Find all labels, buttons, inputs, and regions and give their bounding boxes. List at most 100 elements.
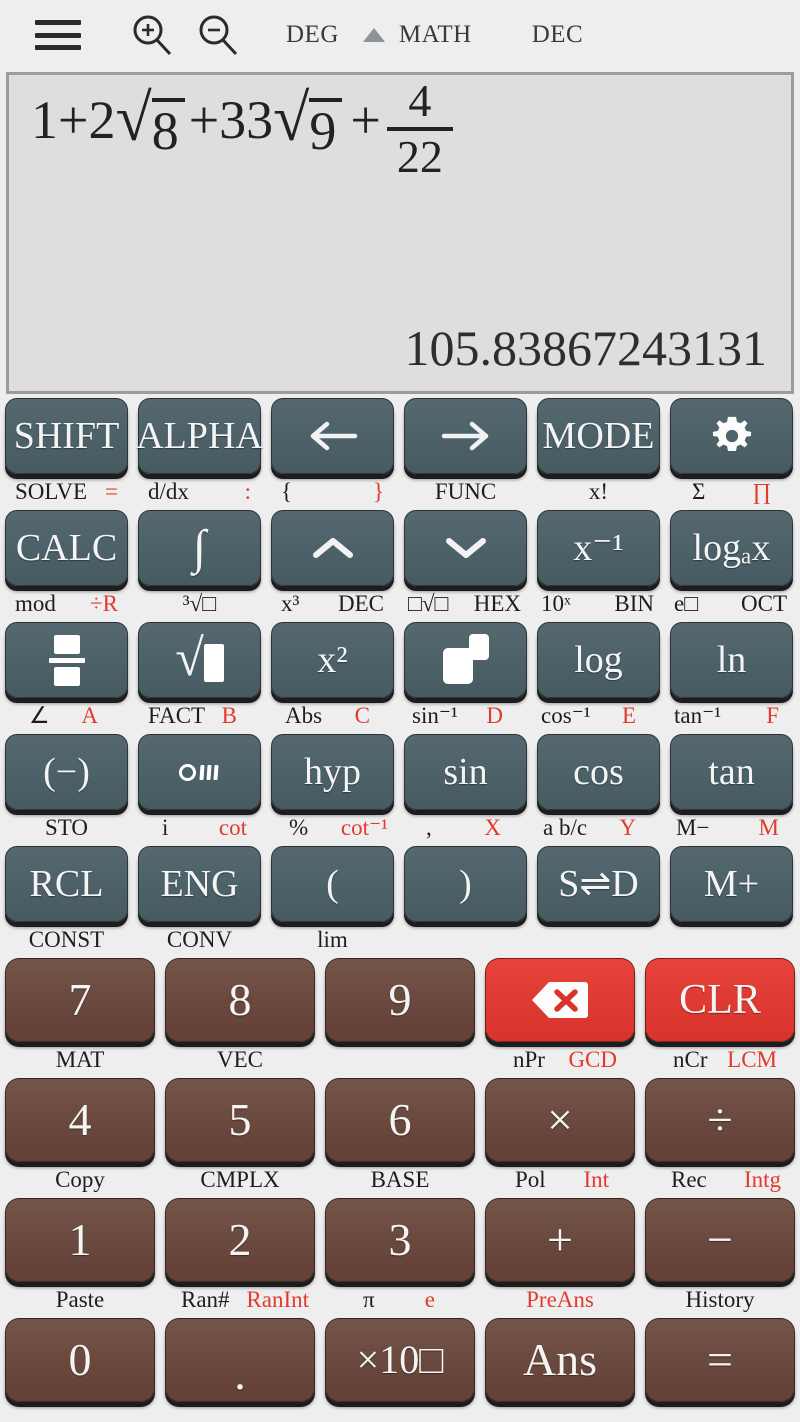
key-multiply[interactable]: ×: [485, 1078, 635, 1162]
key-9[interactable]: 9: [325, 958, 475, 1042]
key-0[interactable]: 0: [5, 1318, 155, 1402]
key-arrow-left[interactable]: [271, 398, 394, 474]
key-3[interactable]: 3: [325, 1198, 475, 1282]
key-decimal-point[interactable]: .: [165, 1318, 315, 1402]
key-exponent[interactable]: ×10□: [325, 1318, 475, 1402]
key-alpha[interactable]: ALPHA: [136, 398, 263, 474]
key-tan[interactable]: tan: [670, 734, 793, 810]
key-negative[interactable]: (−): [5, 734, 128, 810]
key-settings[interactable]: [670, 398, 793, 474]
key-2[interactable]: 2: [165, 1198, 315, 1282]
key-chevron-up[interactable]: [271, 510, 394, 586]
key-minus[interactable]: −: [645, 1198, 795, 1282]
expr-part-1: 1+2: [31, 90, 116, 150]
top-bar: DEG MATH DEC: [0, 0, 800, 70]
key-ln[interactable]: ln: [670, 622, 793, 698]
status-base-mode: DEC: [531, 21, 584, 48]
sub-power: sin⁻¹ D: [412, 703, 503, 728]
keypad-row-8: 1 Paste 2 Ran# RanInt 3 π e + PreAns − H…: [0, 1198, 800, 1318]
sub-divide: Rec Intg: [671, 1167, 781, 1192]
key-6[interactable]: 6: [325, 1078, 475, 1162]
key-4[interactable]: 4: [5, 1078, 155, 1162]
fraction-group: 4 22: [386, 76, 453, 182]
key-log-base[interactable]: logₐx: [670, 510, 793, 586]
sub-key-2: Ran# RanInt: [181, 1287, 309, 1312]
key-8[interactable]: 8: [165, 958, 315, 1042]
key-close-paren[interactable]: ): [404, 846, 527, 922]
sub-chevron-up: x³ DEC: [281, 591, 384, 616]
key-fraction[interactable]: [5, 622, 128, 698]
zoom-in-icon[interactable]: [124, 7, 180, 63]
key-open-paren[interactable]: (: [271, 846, 394, 922]
sub-rcl: CONST: [28, 927, 105, 952]
key-hyp[interactable]: hyp: [271, 734, 394, 810]
sub-minus: History: [685, 1287, 755, 1312]
key-equals[interactable]: =: [645, 1318, 795, 1402]
keypad: SHIFT SOLVE = ALPHA d/dx : {} FUNC MODE…: [0, 398, 800, 1402]
key-ans[interactable]: Ans: [485, 1318, 635, 1402]
key-square-root[interactable]: √: [138, 622, 261, 698]
sub-reciprocal: 10ˣ BIN: [541, 591, 654, 616]
sub-square-root: FACT B: [148, 703, 237, 728]
key-integral[interactable]: ∫: [138, 510, 261, 586]
keypad-row-9: 0 . ×10□ Ans =: [0, 1318, 800, 1402]
sub-arrow-right: FUNC: [434, 479, 497, 504]
arrow-right-icon: [440, 419, 492, 453]
key-divide[interactable]: ÷: [645, 1078, 795, 1162]
sub-key-6: BASE: [370, 1167, 430, 1192]
key-7[interactable]: 7: [5, 958, 155, 1042]
hamburger-menu-icon[interactable]: [30, 7, 86, 63]
key-chevron-down[interactable]: [404, 510, 527, 586]
sub-plus: PreAns: [526, 1287, 594, 1312]
zoom-out-icon[interactable]: [190, 7, 246, 63]
keypad-row-5: RCL CONST ENG CONV ( lim ) S⇌D M+: [0, 846, 800, 958]
sqrt-group-2: √ 9: [273, 85, 343, 158]
sub-sin: , X: [426, 815, 501, 840]
sub-key-4: Copy: [55, 1167, 105, 1192]
radicand-2: 9: [309, 98, 343, 158]
key-dms[interactable]: [138, 734, 261, 810]
calculator-display[interactable]: 1+2 √ 8 +33 √ 9 + 4 22 105.83867243131: [6, 72, 794, 394]
key-shift[interactable]: SHIFT: [5, 398, 128, 474]
key-sd-toggle[interactable]: S⇌D: [537, 846, 660, 922]
key-log[interactable]: log: [537, 622, 660, 698]
key-mode[interactable]: MODE: [537, 398, 660, 474]
keypad-row-3: ∠ A √ FACT B x² Abs C sin⁻¹ D log cos⁻¹ …: [0, 622, 800, 734]
keypad-row-7: 4 Copy 5 CMPLX 6 BASE × Pol Int ÷ Rec In…: [0, 1078, 800, 1198]
sub-log: cos⁻¹ E: [541, 703, 636, 728]
fraction-icon: [47, 634, 87, 686]
sub-dms: i cot: [162, 815, 247, 840]
key-rcl[interactable]: RCL: [5, 846, 128, 922]
key-clear[interactable]: CLR: [645, 958, 795, 1042]
keypad-row-6: 7 MAT 8 VEC 9 nPr GCD CLR nCr LCM: [0, 958, 800, 1078]
exponent-icon: ×10□: [356, 1337, 444, 1382]
key-reciprocal[interactable]: x⁻¹: [537, 510, 660, 586]
key-power[interactable]: [404, 622, 527, 698]
result-line: 105.83867243131: [404, 320, 768, 376]
key-memory-plus[interactable]: M+: [670, 846, 793, 922]
sub-integral: ³√□: [182, 591, 217, 616]
sub-arrow-left: { }: [281, 479, 384, 504]
key-plus[interactable]: +: [485, 1198, 635, 1282]
sub-square: Abs C: [285, 703, 370, 728]
key-calc[interactable]: CALC: [5, 510, 128, 586]
sub-clear: nCr LCM: [673, 1047, 777, 1072]
key-eng[interactable]: ENG: [138, 846, 261, 922]
gear-icon: [709, 413, 755, 459]
key-5[interactable]: 5: [165, 1078, 315, 1162]
key-square[interactable]: x²: [271, 622, 394, 698]
key-1[interactable]: 1: [5, 1198, 155, 1282]
radicand-1: 8: [151, 98, 185, 158]
key-arrow-right[interactable]: [404, 398, 527, 474]
sub-shift: SOLVE =: [15, 479, 118, 504]
key-backspace[interactable]: [485, 958, 635, 1042]
sub-memory-plus: [670, 922, 793, 958]
status-indicators: DEG MATH DEC: [280, 21, 583, 49]
sub-sd-toggle: [537, 922, 660, 958]
key-cos[interactable]: cos: [537, 734, 660, 810]
key-sin[interactable]: sin: [404, 734, 527, 810]
sqrt-group-1: √ 8: [115, 85, 185, 158]
expression-line: 1+2 √ 8 +33 √ 9 + 4 22: [31, 76, 769, 182]
sub-close-paren: [404, 922, 527, 958]
sub-fraction: ∠ A: [29, 703, 98, 728]
